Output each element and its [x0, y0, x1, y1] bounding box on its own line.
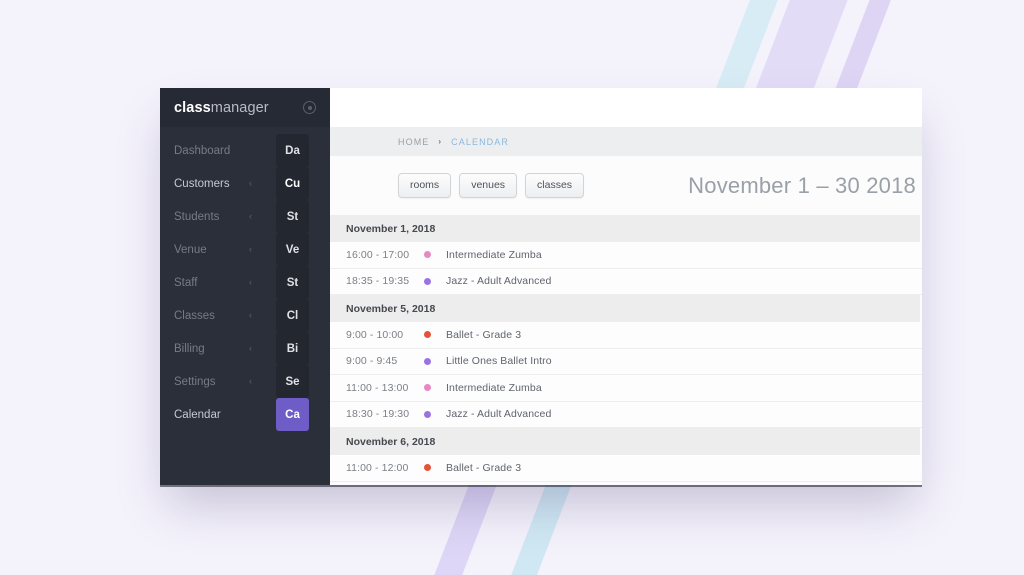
filter-button-group: rooms venues classes: [398, 172, 585, 199]
agenda-day-header: November 1, 2018: [330, 215, 920, 242]
chevron-left-icon: ‹: [249, 310, 252, 320]
sidebar-item-label: Dashboard: [174, 144, 231, 157]
sidebar-item-badge[interactable]: Ve: [276, 233, 309, 266]
agenda-day-header: November 5, 2018: [330, 295, 920, 322]
logo-light-text: manager: [210, 99, 269, 116]
filter-button-classes[interactable]: classes: [525, 172, 585, 199]
sidebar-item-label: Classes: [174, 309, 215, 322]
filter-button-rooms[interactable]: rooms: [398, 172, 452, 199]
sidebar-item-customers[interactable]: Customers ‹ Cu: [160, 167, 330, 200]
sidebar-item-students[interactable]: Students ‹ St: [160, 200, 330, 233]
sidebar-item-badge[interactable]: Bi: [276, 332, 309, 365]
page-title: November 1 – 30 2018: [688, 172, 916, 198]
sidebar: classmanager Dashboard Da Customers ‹ Cu Stud…: [160, 88, 330, 485]
sidebar-item-staff[interactable]: Staff ‹ St: [160, 266, 330, 299]
agenda-day-header: November 6, 2018: [330, 428, 920, 455]
event-color-dot-icon: [424, 464, 431, 472]
sidebar-item-label: Staff: [174, 276, 198, 289]
sidebar-item-label: Customers: [174, 177, 230, 190]
chevron-left-icon: ‹: [249, 211, 252, 221]
event-time: 16:00 - 17:00: [346, 248, 410, 261]
agenda-list[interactable]: November 1, 2018 16:00 - 17:00 Intermediat…: [330, 215, 922, 485]
chevron-left-icon: ‹: [249, 376, 252, 386]
event-time: 18:35 - 19:35: [346, 275, 410, 288]
agenda-event-row[interactable]: 11:00 - 12:00 Ballet - Grade 3: [330, 455, 922, 482]
sidebar-item-badge[interactable]: St: [276, 266, 309, 299]
filter-button-venues[interactable]: venues: [459, 172, 518, 199]
event-title: Jazz - Adult Advanced: [446, 408, 552, 421]
event-color-dot-icon: [424, 251, 431, 259]
event-color-dot-icon: [424, 410, 431, 418]
calendar-toolbar: rooms venues classes November 1 – 30 2018: [330, 156, 922, 215]
event-title: Little Ones Ballet Intro: [446, 355, 552, 368]
agenda-event-row[interactable]: 9:00 - 10:00 Ballet - Grade 3: [330, 322, 922, 349]
event-time: 18:30 - 19:30: [346, 408, 410, 421]
sidebar-item-badge[interactable]: Cl: [276, 299, 309, 332]
sidebar-item-venue[interactable]: Venue ‹ Ve: [160, 233, 330, 266]
app-logo: classmanager: [174, 100, 269, 116]
event-time: 9:00 - 10:00: [346, 328, 404, 341]
event-color-dot-icon: [424, 357, 431, 365]
sidebar-item-dashboard[interactable]: Dashboard Da: [160, 134, 330, 167]
event-title: Ballet - Grade 3: [446, 461, 522, 474]
event-color-dot-icon: [424, 277, 431, 285]
agenda-event-row[interactable]: 18:30 - 19:30 Jazz - Adult Advanced: [330, 401, 922, 428]
sidebar-item-badge[interactable]: Ca: [276, 398, 309, 431]
event-title: Intermediate Zumba: [446, 248, 542, 261]
breadcrumb-home[interactable]: HOME: [398, 137, 429, 147]
sidebar-item-label: Settings: [174, 375, 216, 388]
sidebar-item-calendar[interactable]: Calendar Ca: [160, 398, 330, 431]
sidebar-item-label: Calendar: [174, 408, 221, 421]
sidebar-item-label: Billing: [174, 342, 205, 355]
sidebar-item-badge[interactable]: St: [276, 200, 309, 233]
gear-icon[interactable]: [303, 101, 316, 114]
sidebar-item-badge[interactable]: Cu: [276, 167, 309, 200]
sidebar-item-label: Venue: [174, 243, 207, 256]
sidebar-item-badge[interactable]: Da: [276, 134, 309, 167]
top-bar: [330, 88, 922, 127]
sidebar-item-settings[interactable]: Settings ‹ Se: [160, 365, 330, 398]
sidebar-item-badge[interactable]: Se: [276, 365, 309, 398]
chevron-left-icon: ‹: [249, 178, 252, 188]
chevron-left-icon: ‹: [249, 277, 252, 287]
sidebar-item-label: Students: [174, 210, 220, 223]
agenda-event-row[interactable]: 11:00 - 13:00 Intermediate Zumba: [330, 375, 922, 402]
event-title: Intermediate Zumba: [446, 381, 542, 394]
chevron-left-icon: ‹: [249, 343, 252, 353]
sidebar-item-billing[interactable]: Billing ‹ Bi: [160, 332, 330, 365]
agenda-event-row[interactable]: 16:00 - 17:00 Intermediate Zumba: [330, 242, 922, 269]
event-time: 11:00 - 12:00: [346, 461, 409, 474]
main-panel: HOME › CALENDAR rooms venues classes Novem…: [330, 88, 922, 485]
breadcrumb: HOME › CALENDAR: [330, 127, 922, 156]
event-time: 11:00 - 13:00: [346, 381, 409, 394]
sidebar-item-classes[interactable]: Classes ‹ Cl: [160, 299, 330, 332]
app-window: classmanager Dashboard Da Customers ‹ Cu Stud…: [160, 88, 922, 485]
chevron-right-icon: ›: [438, 137, 443, 146]
brand-header: classmanager: [160, 88, 330, 127]
event-color-dot-icon: [424, 384, 431, 392]
logo-bold-text: class: [174, 99, 211, 116]
event-title: Jazz - Adult Advanced: [446, 275, 552, 288]
agenda-event-row[interactable]: 9:00 - 9:45 Little Ones Ballet Intro: [330, 348, 922, 375]
chevron-left-icon: ‹: [249, 244, 252, 254]
breadcrumb-calendar[interactable]: CALENDAR: [451, 137, 509, 147]
event-color-dot-icon: [424, 331, 431, 339]
event-title: Ballet - Grade 3: [446, 328, 522, 341]
agenda-event-row[interactable]: 18:35 - 19:35 Jazz - Adult Advanced: [330, 268, 922, 295]
event-time: 9:00 - 9:45: [346, 355, 398, 368]
sidebar-nav: Dashboard Da Customers ‹ Cu Students ‹ St Venue ‹…: [160, 127, 330, 431]
